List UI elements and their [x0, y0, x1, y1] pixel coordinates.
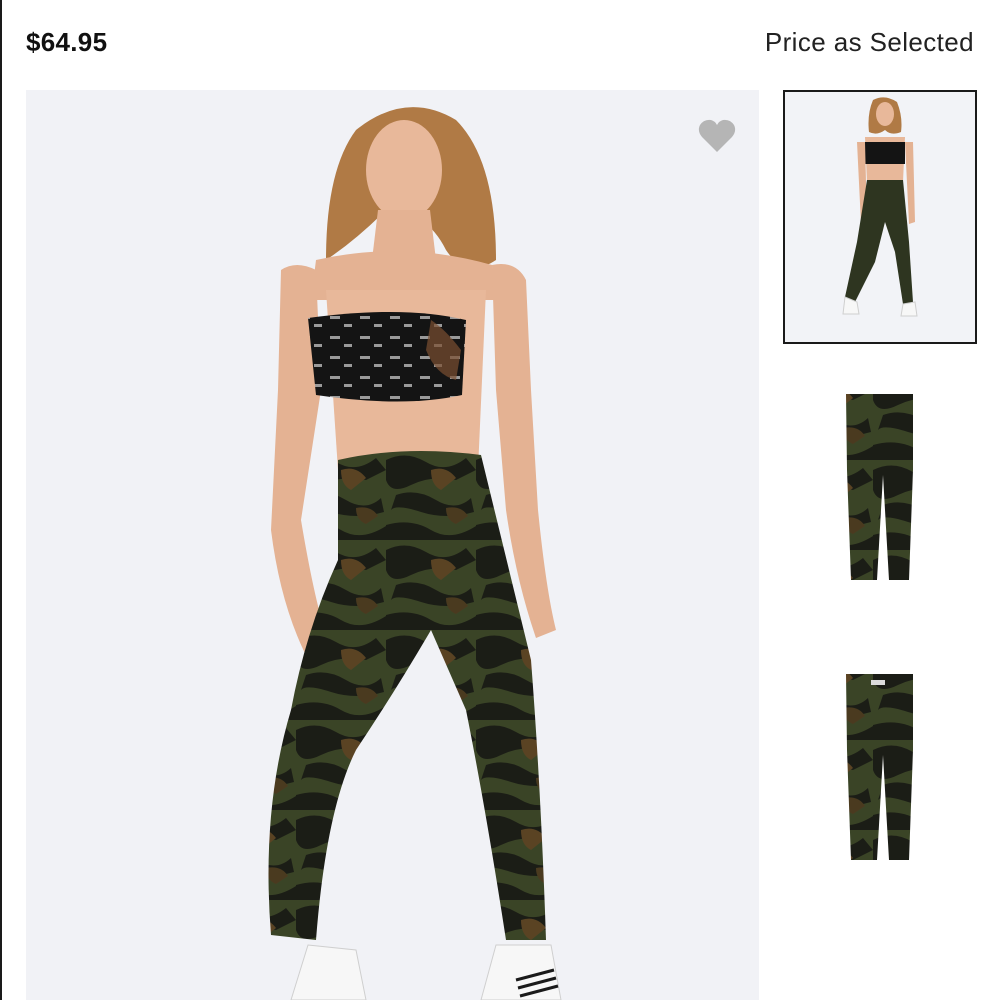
- thumbnail-image: [783, 650, 977, 904]
- thumbnail-gallery: [783, 90, 977, 930]
- thumbnail-legging-back[interactable]: [783, 650, 977, 904]
- thumbnail-image: [783, 370, 977, 624]
- thumbnail-model-full-outfit[interactable]: [783, 90, 977, 344]
- model-photo: [26, 90, 759, 1000]
- thumbnail-legging-front[interactable]: [783, 370, 977, 624]
- product-page: $64.95 Price as Selected: [0, 0, 1000, 1000]
- product-price: $64.95: [26, 26, 108, 57]
- main-product-image[interactable]: [26, 90, 759, 1000]
- price-note: Price as Selected: [764, 26, 974, 57]
- price-header: $64.95 Price as Selected: [26, 20, 974, 64]
- thumbnail-image: [785, 92, 975, 342]
- heart-icon[interactable]: [697, 118, 737, 154]
